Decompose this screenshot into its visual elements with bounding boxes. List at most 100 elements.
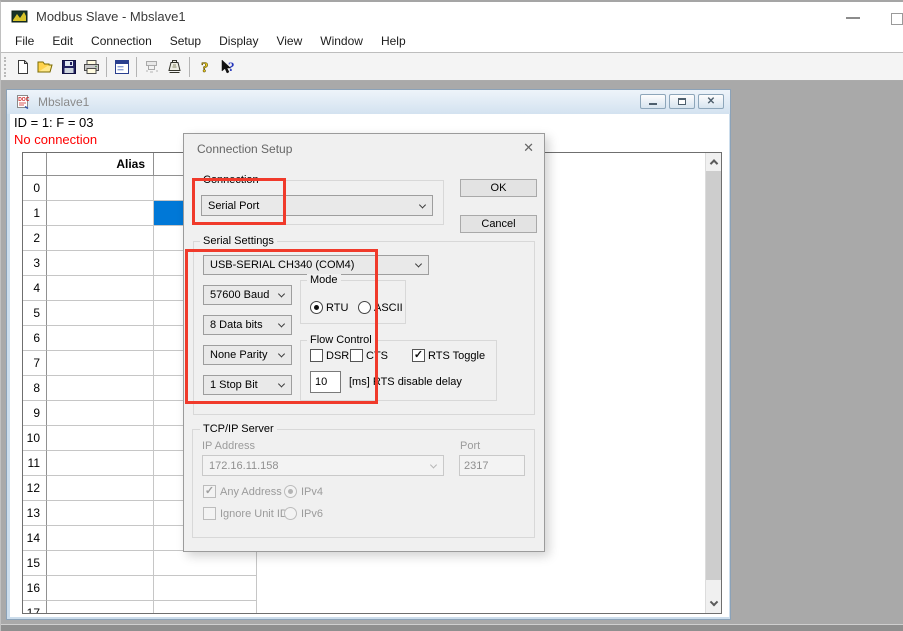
menu-help[interactable]: Help: [372, 30, 415, 53]
corner-header-cell: [23, 153, 47, 176]
alias-cell[interactable]: [47, 601, 154, 614]
row-number[interactable]: 12: [23, 476, 47, 501]
row-number[interactable]: 0: [23, 176, 47, 201]
alias-cell[interactable]: [47, 426, 154, 451]
ip-address-value: 172.16.11.158: [209, 460, 279, 472]
alias-cell[interactable]: [47, 526, 154, 551]
menu-window[interactable]: Window: [311, 30, 372, 53]
child-close-button[interactable]: ✕: [698, 94, 724, 109]
toolbar-separator: [136, 57, 137, 77]
alias-column-header[interactable]: Alias: [47, 153, 154, 176]
close-icon: ✕: [707, 97, 715, 107]
row-number[interactable]: 4: [23, 276, 47, 301]
menu-file[interactable]: File: [6, 30, 43, 53]
display-window-icon: [114, 59, 130, 75]
context-help-icon: ?: [219, 59, 237, 75]
row-number[interactable]: 2: [23, 226, 47, 251]
menu-connection[interactable]: Connection: [82, 30, 161, 53]
dialog-close-icon[interactable]: ✕: [523, 140, 534, 156]
context-help-button[interactable]: ?: [216, 55, 239, 79]
ipv6-radio: [284, 507, 297, 520]
ip-address-combobox: 172.16.11.158: [202, 455, 444, 476]
row-number[interactable]: 16: [23, 576, 47, 601]
ignore-unit-id-checkbox: [203, 507, 216, 520]
window-title: Modbus Slave - Mbslave1: [36, 9, 186, 24]
value-cell[interactable]: [154, 601, 257, 614]
scroll-up-button[interactable]: [706, 153, 722, 170]
help-button[interactable]: ?: [193, 55, 216, 79]
ok-button[interactable]: OK: [460, 179, 537, 197]
minimize-icon[interactable]: [846, 17, 860, 19]
menu-setup[interactable]: Setup: [161, 30, 210, 53]
row-number[interactable]: 7: [23, 351, 47, 376]
child-restore-button[interactable]: [669, 94, 695, 109]
row-number[interactable]: 13: [23, 501, 47, 526]
connection-setup-dialog: Connection Setup ✕ Connection Serial Por…: [183, 133, 545, 552]
menu-view[interactable]: View: [267, 30, 311, 53]
alias-cell[interactable]: [47, 351, 154, 376]
alias-cell[interactable]: [47, 251, 154, 276]
row-number[interactable]: 15: [23, 551, 47, 576]
modbus-slave-window: Modbus Slave - Mbslave1 File Edit Connec…: [0, 0, 903, 631]
annotation-highlight-connection: [192, 178, 286, 225]
maximize-icon[interactable]: [891, 13, 903, 25]
communication-button[interactable]: [163, 55, 186, 79]
restore-icon: [678, 98, 686, 105]
communication-device-icon: [166, 59, 183, 75]
alias-cell[interactable]: [47, 276, 154, 301]
row-number[interactable]: 6: [23, 326, 47, 351]
row-number[interactable]: 17: [23, 601, 47, 614]
rts-toggle-checkbox[interactable]: [412, 349, 425, 362]
mdi-background: DOC Mbslave1 ✕ ID = 1: F = 03 No connect…: [1, 81, 903, 624]
vertical-scrollbar[interactable]: [705, 153, 721, 613]
alias-cell[interactable]: [47, 476, 154, 501]
row-number[interactable]: 9: [23, 401, 47, 426]
value-cell[interactable]: [154, 576, 257, 601]
alias-cell[interactable]: [47, 326, 154, 351]
alias-cell[interactable]: [47, 501, 154, 526]
alias-cell[interactable]: [47, 401, 154, 426]
alias-cell[interactable]: [47, 226, 154, 251]
menu-edit[interactable]: Edit: [43, 30, 82, 53]
menubar: File Edit Connection Setup Display View …: [1, 30, 903, 53]
poll-button-disabled[interactable]: [140, 55, 163, 79]
cancel-button[interactable]: Cancel: [460, 215, 537, 233]
main-titlebar: Modbus Slave - Mbslave1: [1, 2, 903, 30]
menu-display[interactable]: Display: [210, 30, 267, 53]
row-number[interactable]: 3: [23, 251, 47, 276]
save-button[interactable]: [57, 55, 80, 79]
ignore-unit-id-label: Ignore Unit ID: [220, 508, 288, 520]
row-number[interactable]: 8: [23, 376, 47, 401]
value-cell[interactable]: [154, 551, 257, 576]
ipv6-label: IPv6: [301, 508, 323, 520]
new-document-icon: [15, 59, 31, 75]
alias-cell[interactable]: [47, 376, 154, 401]
alias-cell[interactable]: [47, 451, 154, 476]
alias-cell[interactable]: [47, 301, 154, 326]
help-icon: ?: [198, 59, 212, 75]
scroll-down-button[interactable]: [706, 596, 722, 613]
row-number[interactable]: 10: [23, 426, 47, 451]
svg-text:?: ?: [201, 60, 209, 75]
child-minimize-button[interactable]: [640, 94, 666, 109]
alias-cell[interactable]: [47, 576, 154, 601]
alias-cell[interactable]: [47, 176, 154, 201]
alias-cell[interactable]: [47, 201, 154, 226]
display-setup-button[interactable]: [110, 55, 133, 79]
toolbar-gripper: [4, 57, 7, 77]
scrollbar-thumb[interactable]: [706, 171, 722, 580]
port-label: Port: [460, 440, 480, 452]
any-address-label: Any Address: [220, 486, 282, 498]
open-file-button[interactable]: [34, 55, 57, 79]
row-number[interactable]: 1: [23, 201, 47, 226]
alias-cell[interactable]: [47, 551, 154, 576]
row-number[interactable]: 5: [23, 301, 47, 326]
row-number[interactable]: 14: [23, 526, 47, 551]
save-floppy-icon: [61, 59, 77, 75]
row-number[interactable]: 11: [23, 451, 47, 476]
new-file-button[interactable]: [11, 55, 34, 79]
chevron-down-icon: [415, 260, 422, 267]
svg-text:?: ?: [228, 59, 235, 74]
ipv4-radio: [284, 485, 297, 498]
print-button[interactable]: [80, 55, 103, 79]
